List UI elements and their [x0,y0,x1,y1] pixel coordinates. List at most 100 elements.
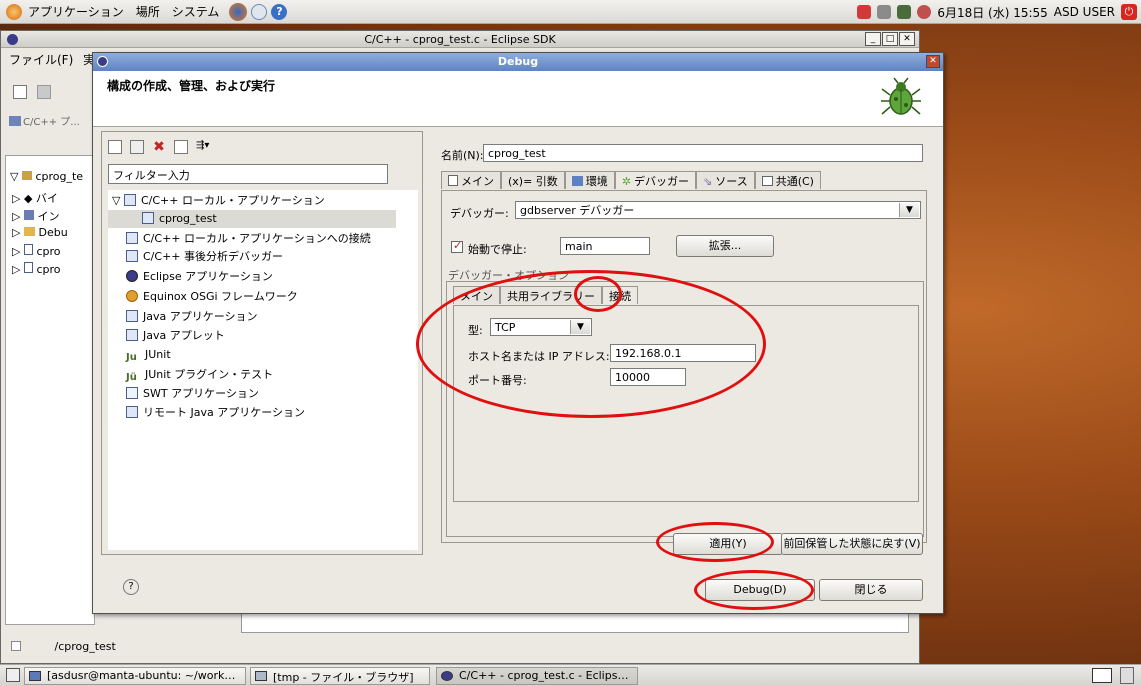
printer-icon[interactable] [877,5,892,19]
tab-debugger[interactable]: ✲ デバッガー [614,171,697,189]
tab-source[interactable]: ⇘ ソース [696,171,755,189]
tree-item-cprog-test[interactable]: cprog_test [108,210,396,228]
port-label: ポート番号: [468,374,527,387]
apply-button[interactable]: 適用(Y) [673,533,783,555]
dialog-title: Debug [497,55,539,68]
stop-at-field[interactable]: main [560,237,650,255]
revert-button[interactable]: 前回保管した状態に戻す(V) [781,533,923,555]
eclipse-toolbar [9,79,93,107]
tree-item-source-1[interactable]: ▷ cpro [12,244,61,258]
debugger-combo[interactable]: gdbserver デバッガー ▼ [515,201,921,219]
config-tree: ▽ C/C++ ローカル・アプリケーション cprog_test C/C++ ロ… [108,190,418,550]
collapse-all-icon[interactable] [174,140,188,154]
task-eclipse[interactable]: C/C++ - cprog_test.c - Eclips… [436,667,638,685]
tree-item-cc-postmortem[interactable]: C/C++ 事後分析デバッガー [126,248,283,266]
tree-item-eclipse-app[interactable]: Eclipse アプリケーション [126,268,273,286]
shutdown-icon[interactable]: ⏻ [1121,4,1137,20]
debugger-label: デバッガー: [450,207,509,220]
expand-button[interactable]: 拡張... [676,235,774,257]
chevron-down-icon[interactable]: ▼ [899,203,919,217]
c-file-icon [23,244,33,255]
name-field[interactable]: cprog_test [483,144,923,162]
task-terminal[interactable]: [asdusr@manta-ubuntu: ~/work… [24,667,246,685]
debug-bug-icon [881,77,921,115]
clock[interactable]: 6月18日 (水) 15:55 [937,4,1047,21]
show-desktop-icon[interactable] [6,668,20,682]
menu-file[interactable]: ファイル(F) [9,53,73,67]
name-label: 名前(N): [441,149,484,162]
type-value: TCP [495,321,516,334]
c-app-icon [126,250,138,262]
tree-item-java-app[interactable]: Java アプリケーション [126,308,258,326]
java-app-icon [126,310,138,322]
type-combo[interactable]: TCP ▼ [490,318,592,336]
subtab-connection[interactable]: 接続 [602,286,638,304]
swt-icon [126,387,138,399]
close-dialog-button[interactable]: 閉じる [819,579,923,601]
tree-item-java-applet[interactable]: Java アプレット [126,327,225,345]
tree-item-cc-attach[interactable]: C/C++ ローカル・アプリケーションへの接続 [126,230,371,248]
filter-input[interactable]: フィルター入力 [108,164,388,184]
perspective-tab[interactable]: C/C++ プ... [9,113,93,131]
update-icon[interactable] [857,5,872,19]
menu-applications[interactable]: アプリケーション [22,3,130,20]
menu-places[interactable]: 場所 [130,3,166,20]
task-file-browser[interactable]: [tmp - ファイル・ブラウザ] [250,667,430,685]
tab-arguments[interactable]: (x)= 引数 [501,171,565,189]
tab-common[interactable]: 共通(C) [754,171,821,189]
tab-environment[interactable]: 環境 [564,171,615,189]
tree-item-source-2[interactable]: ▷ cpro [12,262,61,276]
delete-config-icon[interactable]: ✖ [152,140,166,154]
help-icon[interactable]: ? [123,579,139,595]
menu-system[interactable]: システム [166,3,226,20]
ubuntu-logo-icon[interactable] [6,3,22,20]
config-toolbar: ✖ ⇶▾ [108,137,220,157]
close-button[interactable]: ✕ [899,32,915,46]
help-icon[interactable]: ? [271,3,288,20]
duplicate-config-icon[interactable] [130,140,144,154]
tree-item-project[interactable]: ▽ cprog_te [10,170,83,183]
debug-dialog: Debug ✕ 構成の作成、管理、および実行 ✖ ⇶▾ フィルター入力 ▽ C/… [92,52,944,614]
debugger-value: gdbserver デバッガー [520,204,635,217]
includes-icon [23,210,34,220]
tree-item-swt-app[interactable]: SWT アプリケーション [126,385,259,403]
save-icon[interactable] [37,85,51,99]
debugger-options-group: メイン 共用ライブラリー 接続 型: TCP ▼ ホスト名または IP アドレス… [446,281,924,537]
workspace-switcher[interactable] [1092,668,1112,683]
tree-item-equinox[interactable]: Equinox OSGi フレームワーク [126,288,298,306]
eclipse-title-bar: C/C++ - cprog_test.c - Eclipse SDK _ □ ✕ [1,31,919,48]
firefox-icon[interactable] [229,2,248,21]
mail-icon[interactable] [251,3,268,20]
network-icon[interactable] [897,5,912,19]
new-config-icon[interactable] [108,140,122,154]
subtab-main[interactable]: メイン [453,286,500,304]
tree-item-cc-local[interactable]: ▽ C/C++ ローカル・アプリケーション [112,192,325,210]
c-app-icon [142,212,154,224]
host-field[interactable]: 192.168.0.1 [610,344,756,362]
volume-icon[interactable] [917,5,932,19]
c-app-icon [123,194,136,206]
tree-item-includes[interactable]: ▷ イン [12,208,59,224]
subtab-shared-libraries[interactable]: 共用ライブラリー [500,286,602,304]
tab-main[interactable]: メイン [441,171,501,189]
tree-item-debug[interactable]: ▷ Debu [12,226,68,239]
tree-item-junit[interactable]: Ju JUnit [126,346,171,364]
minimize-button[interactable]: _ [865,32,881,46]
osgi-icon [126,290,138,302]
tree-item-junit-plugin[interactable]: Jü JUnit プラグイン・テスト [126,366,273,384]
file-browser-icon [255,671,267,681]
maximize-button[interactable]: □ [882,32,898,46]
c-app-icon [126,232,138,244]
port-field[interactable]: 10000 [610,368,686,386]
tree-item-remote-java[interactable]: リモート Java アプリケーション [126,404,305,422]
chevron-down-icon[interactable]: ▼ [570,320,590,334]
user-name[interactable]: ASD USER [1054,5,1115,19]
trash-icon[interactable] [1120,667,1134,684]
filter-menu-icon[interactable]: ⇶▾ [196,140,220,154]
new-icon[interactable] [13,85,27,99]
dialog-close-button[interactable]: ✕ [926,55,940,68]
debug-button[interactable]: Debug(D) [705,579,815,601]
debugger-tab-pane: デバッガー: gdbserver デバッガー ▼ 始動で停止: main 拡張.… [441,190,927,543]
stop-at-checkbox[interactable] [451,239,463,253]
tree-item-binaries[interactable]: ▷ ◆ バイ [12,190,58,206]
